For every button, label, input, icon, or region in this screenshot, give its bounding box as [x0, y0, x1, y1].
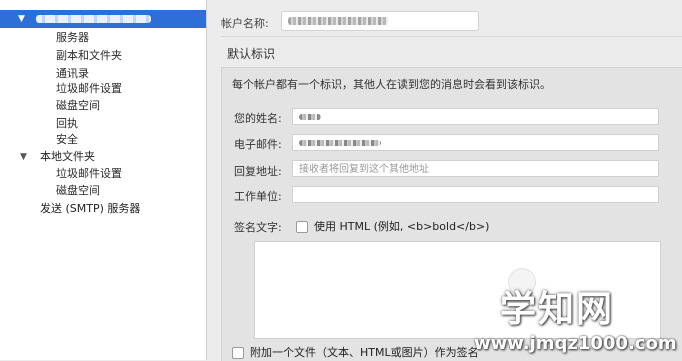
divider: [221, 36, 682, 37]
account-item-selected[interactable]: ▼: [0, 10, 206, 28]
attach-file-checkbox[interactable]: 附加一个文件（文本、HTML或图片）作为签名: [232, 344, 479, 360]
checkbox-icon[interactable]: [232, 347, 244, 359]
signature-label: 签名文字:: [234, 221, 282, 234]
reply-to-input[interactable]: 接收者将回复到这个其他地址: [292, 160, 659, 177]
sidebar-item-server[interactable]: 服务器: [56, 29, 89, 47]
triangle-down-icon[interactable]: ▼: [18, 10, 25, 28]
watermark-url: www.jmqz1000.com: [474, 333, 677, 354]
sidebar-item-local-junk-settings[interactable]: 垃圾邮件设置: [56, 165, 122, 183]
sidebar-item-disk-space[interactable]: 磁盘空间: [56, 97, 100, 115]
account-name-redacted: [36, 15, 151, 23]
local-folders-label: 本地文件夹: [40, 150, 95, 163]
email-label: 电子邮件:: [234, 138, 282, 151]
checkbox-icon[interactable]: [296, 221, 308, 233]
triangle-down-icon[interactable]: ▼: [20, 148, 27, 166]
organization-input[interactable]: [292, 186, 659, 203]
email-input[interactable]: [292, 134, 659, 151]
sidebar-item-local-disk-space[interactable]: 磁盘空间: [56, 182, 100, 200]
use-html-checkbox[interactable]: 使用 HTML (例如, <b>bold</b>): [296, 218, 489, 234]
use-html-label: 使用 HTML (例如, <b>bold</b>): [314, 220, 490, 233]
section-title-default-identity: 默认标识: [227, 47, 276, 61]
reply-to-label: 回复地址:: [234, 165, 282, 178]
sidebar-item-local-folders[interactable]: ▼ 本地文件夹: [0, 148, 206, 166]
organization-label: 工作单位:: [234, 190, 282, 203]
identity-description: 每个帐户都有一个标识，其他人在读到您的消息时会看到该标识。: [232, 78, 551, 91]
account-name-redacted-value: [288, 17, 388, 25]
sidebar-item-copies-folders[interactable]: 副本和文件夹: [56, 47, 122, 65]
account-name-label: 帐户名称:: [221, 17, 269, 30]
reply-to-placeholder: 接收者将回复到这个其他地址: [299, 164, 429, 175]
sidebar-item-security[interactable]: 安全: [56, 131, 78, 149]
account-name-input[interactable]: [281, 11, 479, 31]
email-redacted-value: [299, 140, 381, 146]
attach-file-label: 附加一个文件（文本、HTML或图片）作为签名: [250, 346, 479, 359]
watermark-logo: 学知网: [500, 289, 615, 330]
sidebar-item-junk-settings[interactable]: 垃圾邮件设置: [56, 80, 122, 98]
name-input[interactable]: [292, 108, 659, 125]
name-redacted-value: [299, 114, 321, 120]
sidebar-item-smtp[interactable]: 发送 (SMTP) 服务器: [40, 200, 140, 218]
account-tree-sidebar: ▼ 服务器 副本和文件夹 通讯录 垃圾邮件设置 磁盘空间 回执 安全 ▼ 本地文…: [0, 0, 207, 360]
name-label: 您的姓名:: [234, 112, 282, 125]
